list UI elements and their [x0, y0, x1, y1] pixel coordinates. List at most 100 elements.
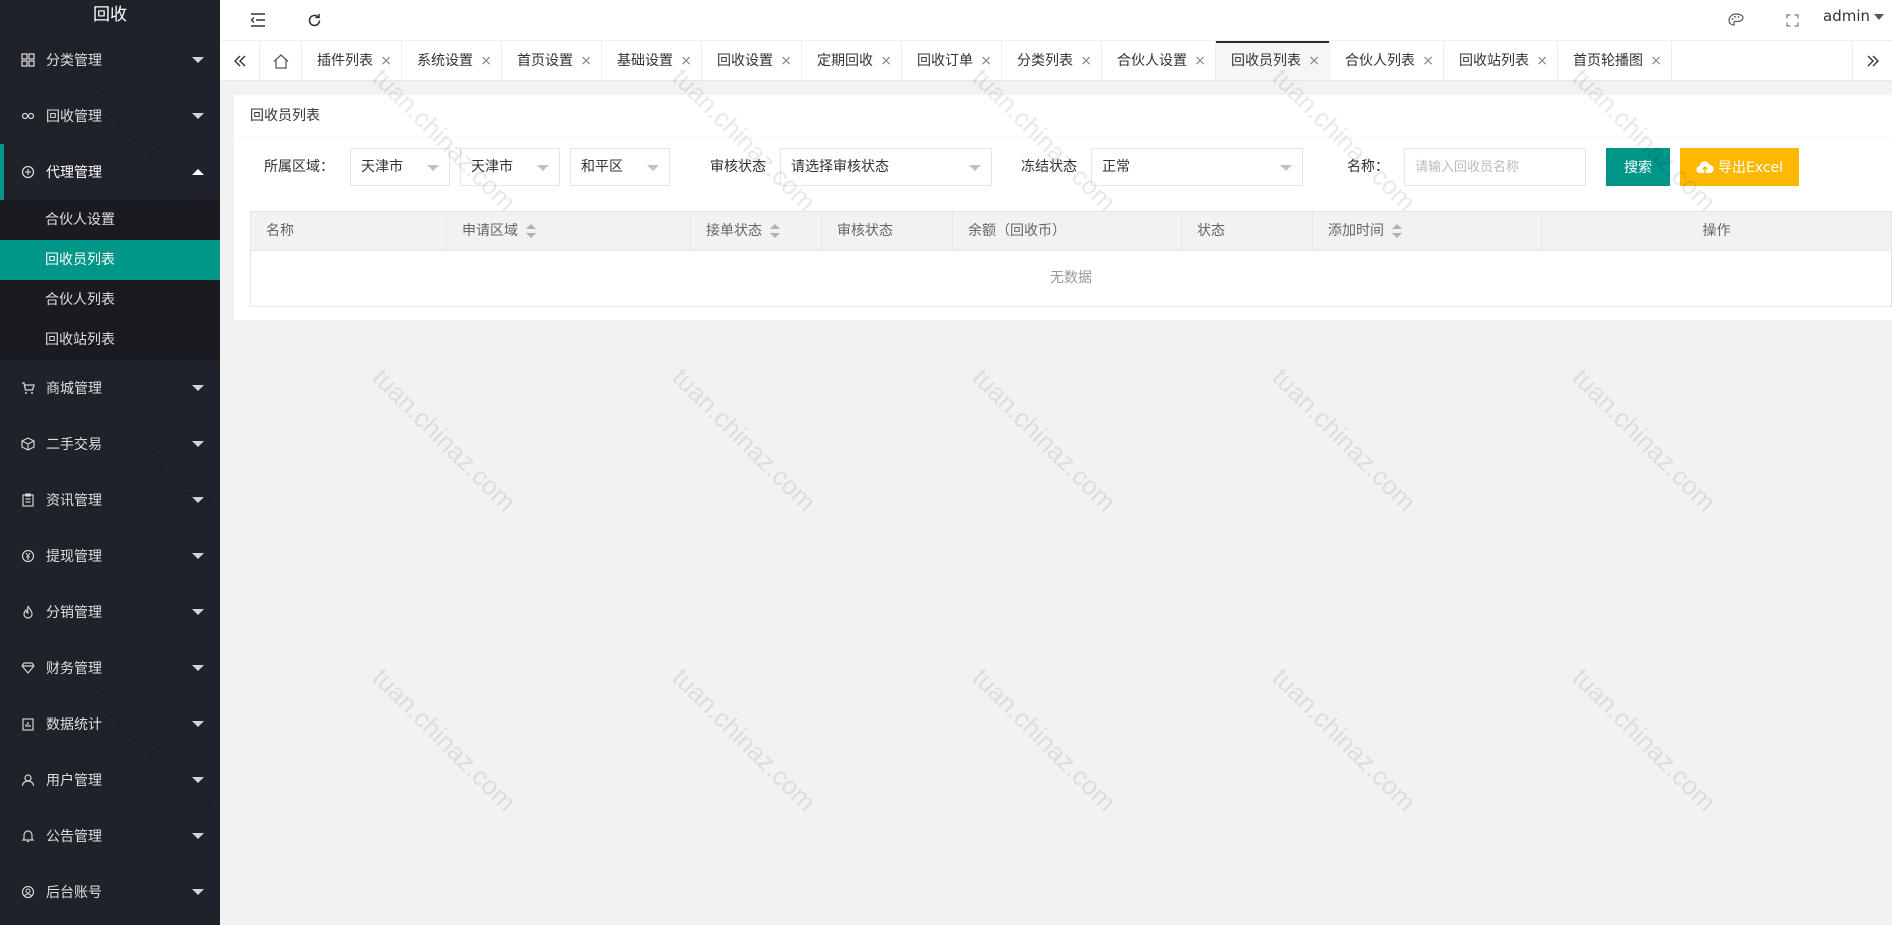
select-value: 天津市 — [361, 159, 403, 175]
menu-admin-accounts[interactable]: 后台账号 — [0, 864, 220, 920]
chevron-down-icon — [192, 57, 204, 63]
chevron-down-icon — [192, 497, 204, 503]
close-icon[interactable]: × — [1650, 41, 1662, 80]
close-icon[interactable]: × — [880, 41, 892, 80]
close-icon[interactable]: × — [380, 41, 392, 80]
sort-icon[interactable] — [1392, 224, 1402, 238]
theme-palette-icon[interactable] — [1724, 8, 1748, 32]
close-icon[interactable]: × — [680, 41, 692, 80]
city-select[interactable]: 天津市 — [460, 148, 560, 186]
chevron-down-icon — [192, 385, 204, 391]
tab-partner-settings[interactable]: 合伙人设置 × — [1102, 41, 1216, 80]
agent-icon — [20, 164, 36, 180]
menu-label: 分类管理 — [46, 53, 102, 69]
recycler-name-input[interactable] — [1404, 148, 1586, 186]
collapse-menu-icon[interactable] — [246, 8, 270, 32]
col-title: 余额（回收币） — [968, 223, 1066, 239]
top-header: admin — [220, 0, 1892, 40]
sidebar: 回收 分类管理 回收管理 代理管理 合伙人设置 回收员列表 合伙人列表 回收站列… — [0, 0, 220, 925]
close-icon[interactable]: × — [1080, 41, 1092, 80]
audit-status-label: 审核状态 — [710, 159, 766, 175]
sidebar-item-recycler-list[interactable]: 回收员列表 — [0, 240, 220, 280]
col-created-at[interactable]: 添加时间 — [1313, 212, 1542, 250]
tabs-scroll-right-icon[interactable] — [1852, 41, 1892, 80]
tab-home-settings[interactable]: 首页设置 × — [502, 41, 602, 80]
menu-label: 提现管理 — [46, 549, 102, 565]
export-excel-button[interactable]: 导出Excel — [1680, 148, 1799, 186]
menu-notice[interactable]: 公告管理 — [0, 808, 220, 864]
tab-partner-list[interactable]: 合伙人列表 × — [1330, 41, 1444, 80]
chevron-down-icon — [969, 165, 981, 171]
menu-category[interactable]: 分类管理 — [0, 32, 220, 88]
close-icon[interactable]: × — [1536, 41, 1548, 80]
watermark: tuan.chinaz.com — [1266, 662, 1422, 818]
region-label: 所属区域： — [264, 159, 334, 175]
menu-mall[interactable]: 商城管理 — [0, 360, 220, 416]
close-icon[interactable]: × — [480, 41, 492, 80]
tab-plugin-list[interactable]: 插件列表 × — [302, 41, 402, 80]
close-icon[interactable]: × — [1308, 41, 1320, 80]
menu-agent[interactable]: 代理管理 — [0, 144, 220, 200]
col-title: 状态 — [1197, 223, 1225, 239]
audit-status-select[interactable]: 请选择审核状态 — [780, 148, 992, 186]
fire-icon — [20, 604, 36, 620]
col-order-status[interactable]: 接单状态 — [691, 212, 822, 250]
sidebar-item-partner-list[interactable]: 合伙人列表 — [0, 280, 220, 320]
app-logo[interactable]: 回收 — [0, 0, 220, 32]
chevron-down-icon — [192, 553, 204, 559]
tab-periodic-recycle[interactable]: 定期回收 × — [802, 41, 902, 80]
menu-stats[interactable]: 数据统计 — [0, 696, 220, 752]
user-menu[interactable]: admin — [1823, 7, 1884, 25]
tab-label: 回收订单 — [917, 53, 973, 69]
menu-secondhand[interactable]: 二手交易 — [0, 416, 220, 472]
sidebar-item-partner-settings[interactable]: 合伙人设置 — [0, 200, 220, 240]
refresh-icon[interactable] — [302, 8, 326, 32]
chevron-down-icon — [1280, 165, 1292, 171]
cart-icon — [20, 380, 36, 396]
tab-label: 合伙人列表 — [1345, 53, 1415, 69]
chevron-down-icon — [192, 665, 204, 671]
recycler-table: 名称 申请区域 接单状态 审核状态 余额（回收币） 状态 添加时间 操作 无数据 — [250, 211, 1892, 307]
menu-label: 用户管理 — [46, 773, 102, 789]
tab-system-settings[interactable]: 系统设置 × — [402, 41, 502, 80]
col-apply-region[interactable]: 申请区域 — [447, 212, 691, 250]
account-icon — [20, 884, 36, 900]
tabs-scroll-left-icon[interactable] — [220, 41, 260, 80]
menu-news[interactable]: 资讯管理 — [0, 472, 220, 528]
menu-recycle[interactable]: 回收管理 — [0, 88, 220, 144]
tab-home-carousel[interactable]: 首页轮播图 × — [1558, 41, 1672, 80]
tab-recycle-orders[interactable]: 回收订单 × — [902, 41, 1002, 80]
menu-users[interactable]: 用户管理 — [0, 752, 220, 808]
chevron-down-icon — [192, 609, 204, 615]
tab-basic-settings[interactable]: 基础设置 × — [602, 41, 702, 80]
menu-withdraw[interactable]: 提现管理 — [0, 528, 220, 584]
close-icon[interactable]: × — [580, 41, 592, 80]
chevron-down-icon — [192, 777, 204, 783]
tab-recycle-settings[interactable]: 回收设置 × — [702, 41, 802, 80]
select-value: 和平区 — [581, 159, 623, 175]
freeze-status-select[interactable]: 正常 — [1091, 148, 1303, 186]
district-select[interactable]: 和平区 — [570, 148, 670, 186]
tab-recycler-list[interactable]: 回收员列表 × — [1216, 41, 1330, 80]
close-icon[interactable]: × — [1194, 41, 1206, 80]
chevron-down-icon — [192, 441, 204, 447]
tab-station-list[interactable]: 回收站列表 × — [1444, 41, 1558, 80]
tab-category-list[interactable]: 分类列表 × — [1002, 41, 1102, 80]
close-icon[interactable]: × — [1422, 41, 1434, 80]
tab-label: 定期回收 — [817, 53, 873, 69]
menu-label: 公告管理 — [46, 829, 102, 845]
close-icon[interactable]: × — [980, 41, 992, 80]
sort-icon[interactable] — [770, 224, 780, 238]
menu-label: 财务管理 — [46, 661, 102, 677]
yen-icon — [20, 548, 36, 564]
home-tab-icon[interactable] — [260, 41, 302, 80]
fullscreen-icon[interactable] — [1780, 8, 1804, 32]
menu-label: 回收管理 — [46, 109, 102, 125]
province-select[interactable]: 天津市 — [350, 148, 450, 186]
sidebar-item-station-list[interactable]: 回收站列表 — [0, 320, 220, 360]
close-icon[interactable]: × — [780, 41, 792, 80]
search-button[interactable]: 搜索 — [1606, 148, 1670, 186]
sort-icon[interactable] — [526, 224, 536, 238]
menu-distribution[interactable]: 分销管理 — [0, 584, 220, 640]
menu-finance[interactable]: 财务管理 — [0, 640, 220, 696]
